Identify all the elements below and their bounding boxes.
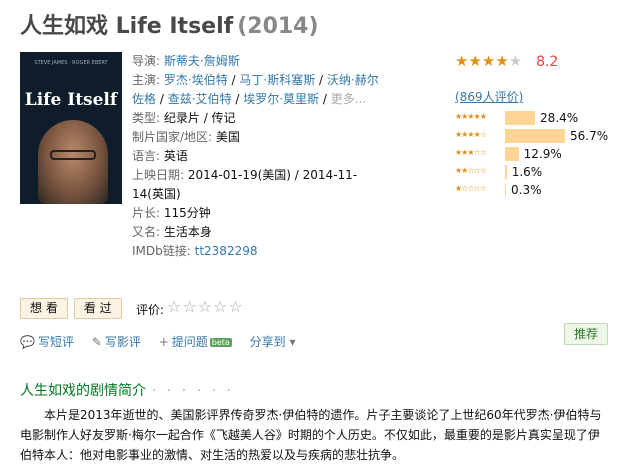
language-value: 英语	[163, 149, 188, 163]
release-separator: /	[290, 168, 303, 182]
imdb-row: IMDb链接: tt2382298	[132, 242, 382, 261]
poster-tagline: STEVE JAMES · ROGER EBERT	[34, 60, 108, 66]
cast-label: 主演:	[132, 73, 161, 87]
rating-row-stars-icon: ★★★★☆	[455, 130, 487, 139]
movie-year: (2014)	[237, 14, 319, 39]
ask-question-action[interactable]: + 提问题 beta	[159, 335, 232, 349]
write-short-review-action[interactable]: 💬 写短评	[20, 335, 74, 349]
rating-bar	[505, 129, 565, 143]
cast-more-link[interactable]: 更多...	[331, 92, 366, 106]
rating-bar	[505, 147, 519, 161]
release-label: 上映日期:	[132, 168, 185, 182]
comment-icon: 💬	[20, 335, 35, 349]
rating-bar	[505, 183, 506, 197]
rating-bar	[505, 111, 536, 125]
rate-star-input[interactable]: ☆☆☆☆☆	[167, 297, 244, 316]
rating-panel: ★★★★★ 8.2 (869人评价) ★★★★★ 28.4% ★★★★☆ 56.7% ★…	[455, 52, 615, 197]
synopsis-title: 人生如戏的剧情简介	[20, 383, 146, 399]
synopsis-dots: · · · · · ·	[152, 383, 234, 399]
poster-glasses	[50, 150, 96, 160]
rating-percent: 12.9%	[523, 147, 562, 161]
aka-label: 又名:	[132, 225, 161, 239]
rating-row-stars-icon: ★★★★★	[455, 112, 487, 121]
imdb-label: IMDb链接:	[132, 244, 191, 258]
rating-bar	[505, 165, 507, 179]
cast-link[interactable]: 查兹·艾伯特	[168, 92, 232, 106]
cast-link[interactable]: 马丁·斯科塞斯	[239, 73, 315, 87]
rating-row-stars-icon: ★★☆☆☆	[455, 166, 487, 175]
movie-name: 人生如戏 Life Itself	[20, 14, 234, 39]
action-bar: 💬 写短评 ✎ 写影评 + 提问题 beta 分享到 ▾	[20, 333, 313, 350]
rating-votes-link[interactable]: (869人评价)	[455, 88, 523, 105]
watched-button[interactable]: 看 过	[73, 298, 122, 319]
rating-percent: 1.6%	[511, 165, 543, 179]
country-value: 美国	[215, 130, 240, 144]
rating-percent: 56.7%	[570, 129, 609, 143]
genre-label: 类型:	[132, 111, 161, 125]
director-label: 导演:	[132, 54, 161, 68]
synopsis-text: 本片是2013年逝世的、美国影评界传奇罗杰·伊伯特的遗作。片子主要谈论了上世纪6…	[20, 408, 602, 462]
plus-icon: +	[158, 335, 169, 349]
write-review-label: 写影评	[104, 335, 141, 349]
want-to-watch-button[interactable]: 想 看	[20, 298, 68, 319]
synopsis-heading: 人生如戏的剧情简介 · · · · · ·	[20, 380, 234, 400]
genre-row: 类型: 纪录片 / 传记	[132, 109, 382, 128]
rating-score: 8.2	[536, 54, 559, 70]
beta-badge: beta	[209, 338, 232, 347]
cast-row: 主演: 罗杰·埃伯特 / 马丁·斯科塞斯 / 沃纳·赫尔佐格 / 查兹·艾伯特 …	[132, 73, 379, 106]
language-label: 语言:	[132, 149, 161, 163]
movie-poster[interactable]: STEVE JAMES · ROGER EBERT Life Itself	[20, 52, 122, 204]
page: 人生如戏 Life Itself (2014) STEVE JAMES · ROG…	[0, 0, 622, 475]
poster-title: Life Itself	[24, 90, 118, 110]
rate-label: 评价:	[136, 303, 165, 317]
rating-row-stars-icon: ★★★☆☆	[455, 148, 487, 157]
rating-stars-icon: ★★★★★	[455, 52, 523, 70]
country-label: 制片国家/地区:	[132, 130, 213, 144]
release-row: 上映日期: 2014-01-19(美国) / 2014-11-14(英国)	[132, 166, 382, 204]
write-review-action[interactable]: ✎ 写影评	[92, 335, 141, 349]
genre-value: 纪录片 / 传记	[163, 111, 236, 125]
chevron-down-icon: ▾	[289, 335, 296, 349]
aka-row: 又名: 生活本身	[132, 223, 382, 242]
recommend-button[interactable]: 推荐	[564, 323, 608, 345]
poster-portrait	[38, 120, 108, 204]
pencil-icon: ✎	[91, 335, 102, 349]
rating-row-stars-icon: ★☆☆☆☆	[455, 184, 487, 193]
ask-question-label: 提问题	[171, 335, 208, 349]
runtime-label: 片长:	[132, 206, 161, 220]
release-date-1: 2014-01-19(美国)	[187, 168, 291, 182]
movie-info: 导演: 斯蒂夫·詹姆斯 主演: 罗杰·埃伯特 / 马丁·斯科塞斯 / 沃纳·赫尔…	[132, 52, 382, 261]
country-row: 制片国家/地区: 美国	[132, 128, 382, 147]
director-row: 导演: 斯蒂夫·詹姆斯	[132, 52, 382, 71]
page-title: 人生如戏 Life Itself (2014)	[20, 8, 319, 40]
language-row: 语言: 英语	[132, 147, 382, 166]
imdb-link[interactable]: tt2382298	[195, 244, 258, 258]
runtime-row: 片长: 115分钟	[132, 204, 382, 223]
cast-link[interactable]: 罗杰·埃伯特	[164, 73, 228, 87]
share-label: 分享到	[249, 335, 286, 349]
rating-summary: ★★★★★ 8.2	[455, 52, 615, 70]
director-link[interactable]: 斯蒂夫·詹姆斯	[164, 54, 240, 68]
write-short-review-label: 写短评	[37, 335, 74, 349]
aka-value: 生活本身	[163, 225, 212, 239]
mark-buttons: 想 看看 过	[20, 298, 128, 319]
runtime-value: 115分钟	[163, 206, 211, 220]
rating-percent: 0.3%	[511, 183, 542, 197]
cast-link[interactable]: 埃罗尔·莫里斯	[243, 92, 319, 106]
rating-percent: 28.4%	[540, 111, 579, 125]
share-dropdown[interactable]: 分享到 ▾	[250, 335, 299, 349]
